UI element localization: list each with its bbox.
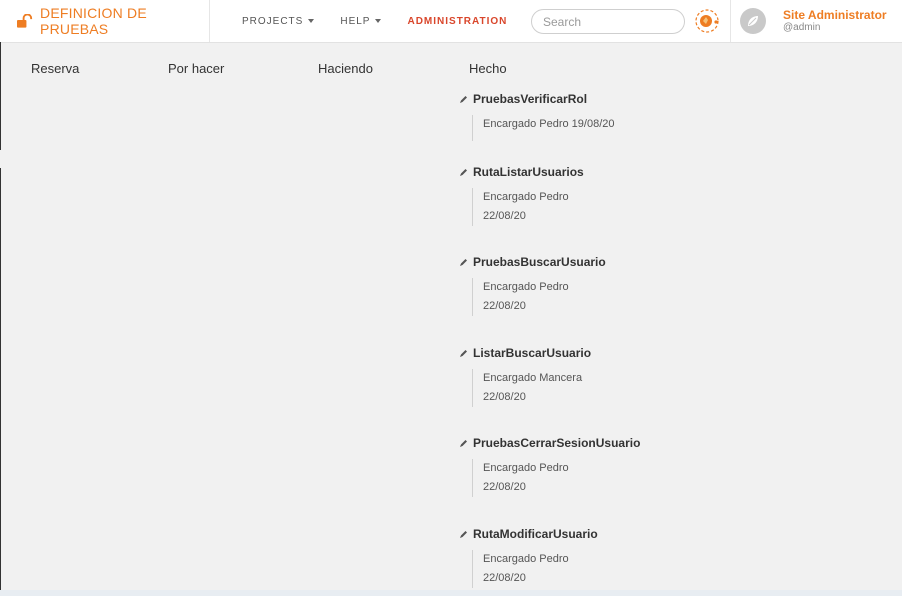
pencil-icon[interactable] xyxy=(459,95,468,104)
task-details: Encargado Pedro 22/08/20 xyxy=(472,550,719,588)
avatar-icon xyxy=(740,8,766,34)
user-handle: @admin xyxy=(783,22,821,33)
chevron-down-icon xyxy=(308,19,315,23)
task-card[interactable]: PruebasVerificarRol Encargado Pedro 19/0… xyxy=(459,91,719,141)
task-title[interactable]: PruebasBuscarUsuario xyxy=(473,255,606,269)
task-details: Encargado Mancera 22/08/20 xyxy=(472,369,719,407)
task-assignee: Encargado Pedro 19/08/20 xyxy=(483,118,615,130)
task-card[interactable]: RutaListarUsuarios Encargado Pedro 22/08… xyxy=(459,164,719,226)
column-header-por-hacer: Por hacer xyxy=(168,61,225,76)
task-assignee: Encargado Pedro xyxy=(483,191,569,203)
brand-link[interactable]: DEFINICION DE PRUEBAS xyxy=(0,0,210,42)
chevron-down-icon xyxy=(375,19,382,23)
task-date: 22/08/20 xyxy=(483,391,526,403)
pencil-icon[interactable] xyxy=(459,349,468,358)
pencil-icon[interactable] xyxy=(459,258,468,267)
task-card[interactable]: PruebasBuscarUsuario Encargado Pedro 22/… xyxy=(459,254,719,316)
task-title[interactable]: PruebasCerrarSesionUsuario xyxy=(473,436,640,450)
unlock-icon xyxy=(17,14,33,28)
column-header-reserva: Reserva xyxy=(31,61,80,76)
projects-label: PROJECTS xyxy=(242,15,304,27)
pencil-icon[interactable] xyxy=(459,530,468,539)
help-menu[interactable]: HELP xyxy=(340,15,382,27)
task-title[interactable]: RutaModificarUsuario xyxy=(473,527,598,541)
administration-label: ADMINISTRATION xyxy=(407,15,508,27)
tools-icon[interactable] xyxy=(694,8,720,34)
projects-menu[interactable]: PROJECTS xyxy=(242,15,315,27)
column-header-hecho: Hecho xyxy=(469,61,507,76)
user-name: Site Administrator xyxy=(783,8,887,22)
top-navbar: DEFINICION DE PRUEBAS PROJECTS HELP ADMI… xyxy=(0,0,902,43)
task-details: Encargado Pedro 22/08/20 xyxy=(472,459,719,497)
task-assignee: Encargado Pedro xyxy=(483,462,569,474)
task-date: 22/08/20 xyxy=(483,300,526,312)
pencil-icon[interactable] xyxy=(459,168,468,177)
search-input[interactable] xyxy=(531,9,685,34)
task-title[interactable]: RutaListarUsuarios xyxy=(473,165,584,179)
task-date: 22/08/20 xyxy=(483,572,526,584)
left-divider xyxy=(0,168,1,596)
task-assignee: Encargado Mancera xyxy=(483,372,583,384)
task-title[interactable]: ListarBuscarUsuario xyxy=(473,346,591,360)
task-card[interactable]: PruebasCerrarSesionUsuario Encargado Ped… xyxy=(459,435,719,497)
task-card[interactable]: ListarBuscarUsuario Encargado Mancera 22… xyxy=(459,345,719,407)
task-card[interactable]: RutaModificarUsuario Encargado Pedro 22/… xyxy=(459,526,719,588)
column-header-haciendo: Haciendo xyxy=(318,61,373,76)
task-title[interactable]: PruebasVerificarRol xyxy=(473,92,587,106)
administration-link[interactable]: ADMINISTRATION xyxy=(407,16,507,27)
left-divider xyxy=(0,42,1,150)
pencil-icon[interactable] xyxy=(459,439,468,448)
bottom-edge xyxy=(0,590,902,596)
brand-title: DEFINICION DE PRUEBAS xyxy=(40,5,147,37)
task-details: Encargado Pedro 22/08/20 xyxy=(472,188,719,226)
help-label: HELP xyxy=(340,15,371,27)
leaf-icon xyxy=(748,16,758,26)
task-assignee: Encargado Pedro xyxy=(483,553,569,565)
user-menu[interactable]: Site Administrator @admin xyxy=(730,0,902,42)
task-date: 22/08/20 xyxy=(483,210,526,222)
task-details: Encargado Pedro 19/08/20 xyxy=(472,115,719,141)
task-assignee: Encargado Pedro xyxy=(483,281,569,293)
task-details: Encargado Pedro 22/08/20 xyxy=(472,278,719,316)
task-date: 22/08/20 xyxy=(483,481,526,493)
